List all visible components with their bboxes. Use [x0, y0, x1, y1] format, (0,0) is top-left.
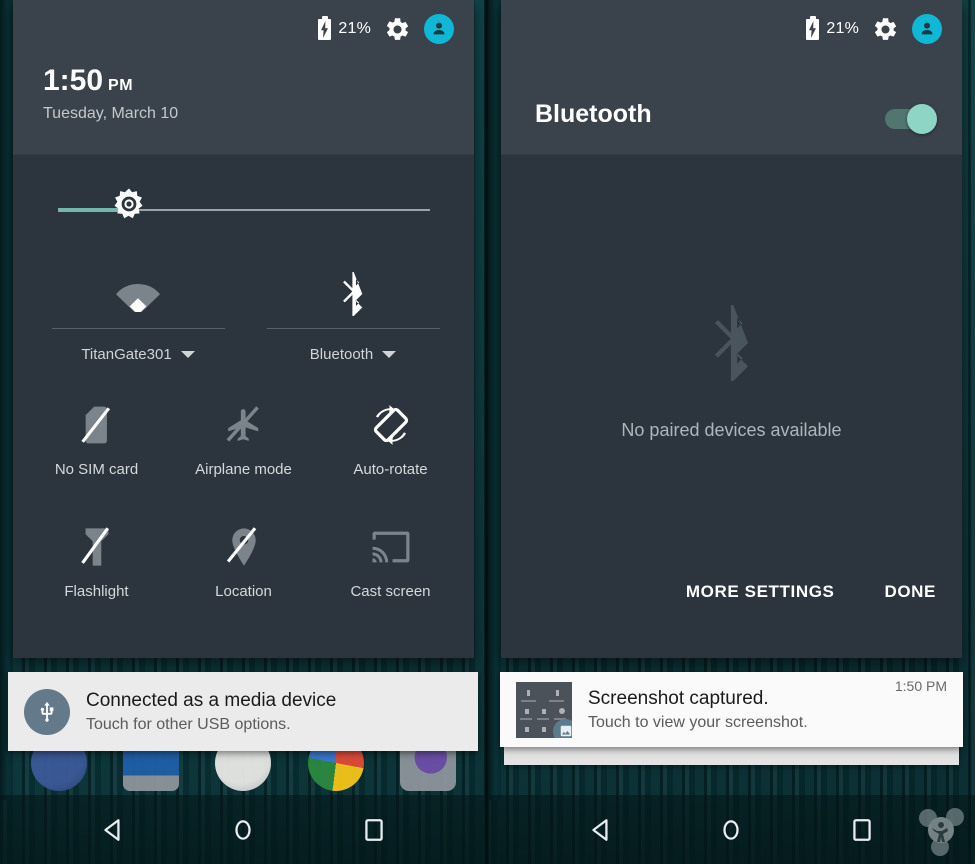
app-logo-watermark — [913, 802, 969, 858]
bluetooth-tile-label: Bluetooth — [309, 346, 374, 363]
clock-time: 1:50 — [43, 64, 104, 97]
dual-tile-row: TitanGate301 Bluetooth — [13, 263, 474, 389]
navigation-bar-left — [0, 795, 487, 864]
tile-flashlight[interactable]: Flashlight — [23, 511, 170, 633]
shade-header: 21% 1:50 PM Tuesday, March 10 — [13, 0, 474, 155]
battery-indicator: 21% — [806, 15, 859, 40]
tile-cast-screen[interactable]: Cast screen — [317, 511, 464, 633]
back-button[interactable] — [91, 808, 135, 852]
bluetooth-icon — [338, 263, 368, 325]
notification-subtitle: Touch for other USB options. — [86, 716, 291, 734]
navigation-bar-right — [488, 795, 975, 864]
bluetooth-tile-rule — [266, 328, 440, 329]
screenshot-thumbnail — [516, 681, 572, 738]
clock-ampm: PM — [108, 77, 134, 94]
notification-title: Screenshot captured. — [588, 687, 769, 709]
battery-indicator: 21% — [318, 15, 371, 40]
user-avatar-icon[interactable] — [912, 14, 942, 44]
bluetooth-empty-message: No paired devices available — [621, 420, 842, 440]
shade-header: 21% Bluetooth — [501, 0, 962, 155]
brightness-slider[interactable] — [13, 155, 474, 263]
tile-label: No SIM card — [54, 461, 139, 478]
bluetooth-icon — [705, 305, 759, 386]
clock-block: 1:50 PM Tuesday, March 10 — [43, 66, 178, 123]
notification-title: Connected as a media device — [86, 689, 337, 711]
clock-time-row: 1:50 PM — [43, 66, 178, 96]
usb-icon — [24, 688, 70, 735]
left-phone-pane: 21% 1:50 PM Tuesday, March 10 TitanGate3… — [0, 0, 487, 864]
wifi-icon — [114, 263, 162, 325]
chevron-down-icon[interactable] — [382, 351, 397, 358]
location-off-icon — [226, 523, 261, 571]
home-button[interactable] — [221, 808, 265, 852]
tile-label: Airplane mode — [195, 461, 292, 478]
tile-label: Flashlight — [64, 583, 129, 600]
tile-label: Location — [215, 583, 272, 600]
bluetooth-detail-shade: 21% Bluetooth No paired devices availabl… — [501, 0, 962, 658]
bluetooth-tile-label-row[interactable]: Bluetooth — [309, 346, 397, 363]
wifi-tile-label-row[interactable]: TitanGate301 — [81, 346, 195, 363]
status-bar: 21% — [318, 14, 454, 44]
tile-auto-rotate[interactable]: Auto-rotate — [317, 389, 464, 511]
recents-button[interactable] — [840, 808, 884, 852]
gear-icon[interactable] — [872, 16, 899, 43]
done-button[interactable]: DONE — [884, 582, 936, 602]
notification-usb[interactable]: Connected as a media device Touch for ot… — [8, 672, 478, 751]
battery-percent-label: 21% — [826, 20, 859, 37]
tile-no-sim-card[interactable]: No SIM card — [23, 389, 170, 511]
airplane-icon — [225, 401, 263, 449]
auto-rotate-icon — [371, 401, 411, 449]
tile-row: No SIM card Airplane mode Auto-rotate — [23, 389, 464, 511]
quick-settings-shade: 21% 1:50 PM Tuesday, March 10 TitanGate3… — [13, 0, 474, 658]
wifi-tile-rule — [51, 328, 225, 329]
battery-percent-label: 21% — [338, 20, 371, 37]
home-button[interactable] — [709, 808, 753, 852]
gear-icon[interactable] — [384, 16, 411, 43]
tile-label: Auto-rotate — [353, 461, 428, 478]
status-bar: 21% — [806, 14, 942, 44]
brightness-icon[interactable] — [111, 186, 147, 222]
notification-time: 1:50 PM — [894, 678, 947, 694]
wifi-tile[interactable]: TitanGate301 — [43, 263, 233, 363]
sim-card-off-icon — [80, 401, 114, 449]
bluetooth-toggle[interactable] — [885, 104, 937, 134]
back-button[interactable] — [579, 808, 623, 852]
tile-airplane-mode[interactable]: Airplane mode — [170, 389, 317, 511]
more-settings-button[interactable]: MORE SETTINGS — [686, 582, 835, 602]
notification-subtitle: Touch to view your screenshot. — [588, 714, 808, 732]
notification-stack-sliver[interactable] — [504, 747, 959, 765]
recents-button[interactable] — [352, 808, 396, 852]
quick-settings-tile-grid: No SIM card Airplane mode Auto-rotate Fl… — [13, 389, 474, 633]
bluetooth-empty-state: No paired devices available — [501, 305, 962, 441]
battery-charging-icon — [318, 15, 332, 40]
bluetooth-detail-body: No paired devices available MORE SETTING… — [501, 155, 962, 658]
cast-screen-icon — [371, 523, 411, 571]
user-avatar-icon[interactable] — [424, 14, 454, 44]
wifi-tile-label: TitanGate301 — [81, 346, 172, 363]
bluetooth-detail-title: Bluetooth — [535, 100, 652, 128]
toggle-thumb — [907, 104, 937, 134]
notification-screenshot[interactable]: Screenshot captured. Touch to view your … — [500, 672, 963, 747]
clock-date: Tuesday, March 10 — [43, 105, 179, 122]
tile-row: Flashlight Location Cast screen — [23, 511, 464, 633]
image-icon — [553, 718, 572, 738]
bluetooth-tile[interactable]: Bluetooth — [258, 263, 448, 363]
flashlight-off-icon — [80, 523, 113, 571]
tile-label: Cast screen — [350, 583, 431, 600]
tile-location[interactable]: Location — [170, 511, 317, 633]
bluetooth-detail-actions: MORE SETTINGS DONE — [686, 582, 936, 602]
battery-charging-icon — [806, 15, 820, 40]
chevron-down-icon[interactable] — [180, 351, 195, 358]
pane-divider — [484, 0, 489, 864]
